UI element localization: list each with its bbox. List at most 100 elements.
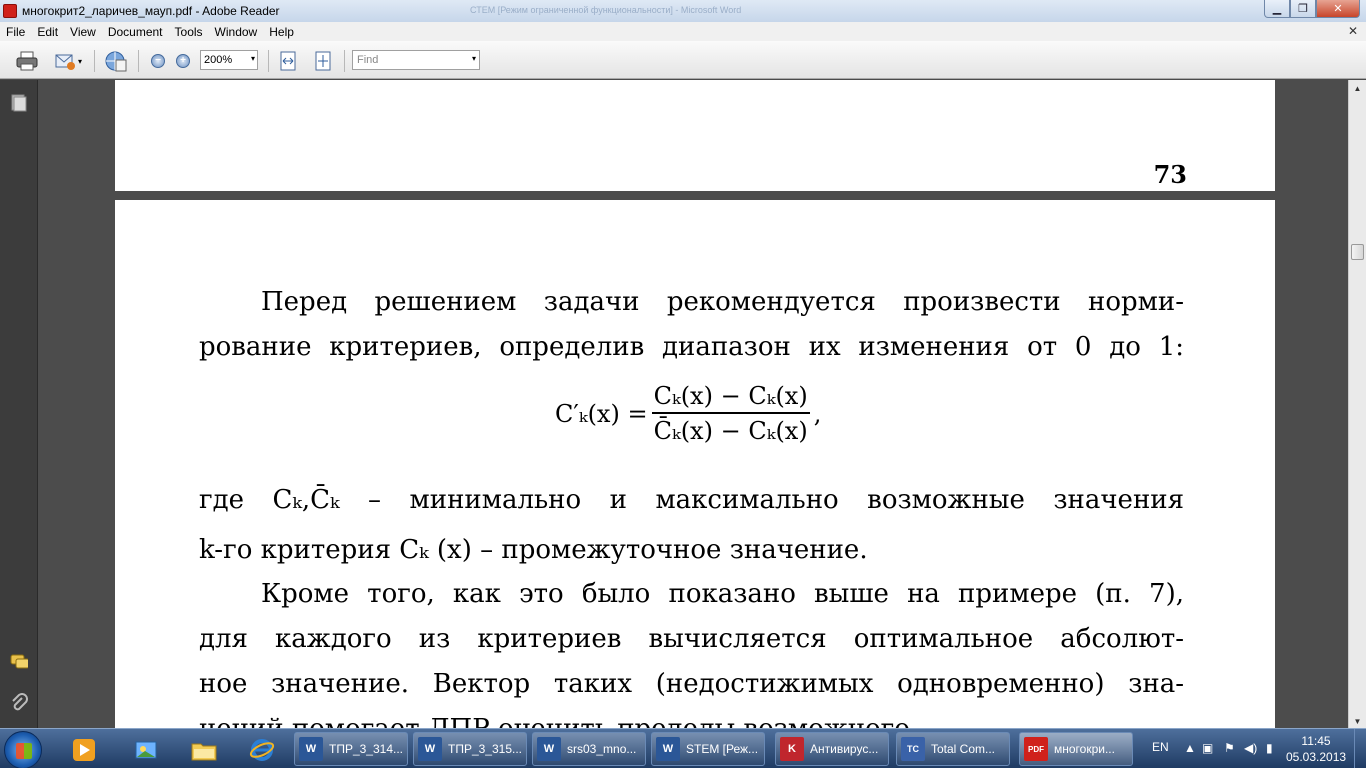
- print-button[interactable]: [14, 50, 40, 72]
- menu-file[interactable]: File: [0, 25, 31, 39]
- pages-icon[interactable]: [10, 94, 28, 112]
- toolbar-separator: [268, 50, 269, 72]
- scroll-up-icon[interactable]: ▲: [1349, 80, 1366, 97]
- text-line: где Cₖ,C̄ₖ – минимально и максимально во…: [199, 485, 1184, 515]
- formula-lhs: C′ₖ(x) =: [555, 399, 648, 428]
- title-bar: многокрит2_ларичев_мауп.pdf - Adobe Read…: [0, 0, 1366, 22]
- formula-numerator: Cₖ(x) − Cₖ(x): [651, 382, 810, 414]
- fit-width-button[interactable]: [277, 50, 299, 72]
- toolbar-separator: [94, 50, 95, 72]
- zoom-out-icon: −: [151, 54, 165, 68]
- taskbar-item-label: Антивирус...: [810, 742, 879, 756]
- menu-help[interactable]: Help: [263, 25, 300, 39]
- language-indicator[interactable]: EN: [1152, 740, 1169, 754]
- taskbar-item-label: srs03_mno...: [567, 742, 637, 756]
- taskbar-item-word-1[interactable]: W ТПР_3_314...: [294, 732, 408, 766]
- text-line: Кроме того, как это было показано выше н…: [261, 579, 1184, 609]
- internet-explorer-icon[interactable]: [240, 734, 284, 766]
- adobe-reader-icon: [3, 4, 17, 18]
- text-line: рование критериев, определив диапазон их…: [199, 332, 1184, 362]
- document-viewer[interactable]: 73 Перед решением задачи рекомендуется п…: [38, 80, 1348, 730]
- zoom-in-button[interactable]: +: [175, 50, 191, 72]
- system-tray: EN ▲ ▣ ⚑ ◀) ▮ 11:45 05.03.2013: [1140, 729, 1366, 768]
- printer-icon: [16, 51, 38, 71]
- toolbar-separator: [138, 50, 139, 72]
- explorer-folder-icon[interactable]: [182, 734, 226, 766]
- paragraph: Кроме того, как это было показано выше н…: [199, 572, 1184, 730]
- network-icon[interactable]: ▮: [1266, 741, 1273, 755]
- zoom-in-icon: +: [176, 54, 190, 68]
- navigation-pane: [0, 80, 38, 730]
- close-button[interactable]: ✕: [1316, 0, 1360, 18]
- taskbar-item-adobe-reader[interactable]: PDF многокри...: [1019, 732, 1133, 766]
- taskbar-item-label: ТПР_3_314...: [329, 742, 404, 756]
- email-icon: [55, 54, 75, 70]
- menu-document[interactable]: Document: [102, 25, 169, 39]
- taskbar: W ТПР_3_314... W ТПР_3_315... W srs03_mn…: [0, 728, 1366, 768]
- taskbar-item-word-4[interactable]: W STEM [Реж...: [651, 732, 765, 766]
- taskbar-item-label: STEM [Реж...: [686, 742, 759, 756]
- taskbar-item-word-2[interactable]: W ТПР_3_315...: [413, 732, 527, 766]
- text-line: Перед решением задачи рекомендуется прои…: [261, 287, 1184, 317]
- share-button[interactable]: ▾: [50, 50, 86, 72]
- menu-window[interactable]: Window: [209, 25, 264, 39]
- device-icon[interactable]: ▣: [1202, 741, 1213, 755]
- taskbar-item-total-commander[interactable]: TC Total Com...: [896, 732, 1010, 766]
- find-placeholder: Find: [357, 54, 379, 66]
- menu-edit[interactable]: Edit: [31, 25, 64, 39]
- globe-icon: [105, 51, 127, 72]
- fit-page-button[interactable]: [312, 50, 334, 72]
- word-icon: W: [656, 737, 680, 761]
- text-line: ное значение. Вектор таких (недостижимых…: [199, 669, 1184, 699]
- paragraph: Перед решением задачи рекомендуется прои…: [199, 280, 1184, 370]
- menu-tools[interactable]: Tools: [169, 25, 209, 39]
- taskbar-item-antivirus[interactable]: K Антивирус...: [775, 732, 889, 766]
- clock-date: 05.03.2013: [1286, 750, 1347, 764]
- collaborate-button[interactable]: [102, 50, 130, 72]
- window-controls: ▁ ❐ ✕: [1264, 0, 1360, 18]
- start-button[interactable]: [4, 731, 42, 768]
- taskbar-item-label: многокри...: [1054, 742, 1115, 756]
- taskbar-item-label: ТПР_3_315...: [448, 742, 523, 756]
- find-input[interactable]: Find ▾: [352, 50, 480, 70]
- taskbar-item-word-3[interactable]: W srs03_mno...: [532, 732, 646, 766]
- clock[interactable]: 11:45 05.03.2013: [1286, 733, 1346, 765]
- word-icon: W: [299, 737, 323, 761]
- menu-bar: File Edit View Document Tools Window Hel…: [0, 22, 1366, 41]
- page-number: 73: [1153, 160, 1187, 189]
- menu-view[interactable]: View: [64, 25, 102, 39]
- formula-fraction: Cₖ(x) − Cₖ(x) C̄ₖ(x) − Cₖ(x): [651, 382, 810, 445]
- text-line: для каждого из критериев вычисляется опт…: [199, 624, 1184, 654]
- scroll-thumb[interactable]: [1351, 244, 1364, 260]
- comments-icon[interactable]: [10, 652, 28, 670]
- paragraph: где Cₖ,C̄ₖ – минимально и максимально во…: [199, 472, 1184, 573]
- chevron-down-icon: ▾: [471, 54, 476, 63]
- pdf-page: 73: [115, 80, 1275, 191]
- background-window-title: СТЕМ [Режим ограниченной функциональност…: [470, 5, 742, 15]
- word-icon: W: [418, 737, 442, 761]
- zoom-level-select[interactable]: 200% ▾: [200, 50, 258, 70]
- minimize-button[interactable]: ▁: [1264, 0, 1290, 18]
- fit-width-icon: [280, 51, 296, 71]
- media-player-icon[interactable]: [62, 734, 106, 766]
- zoom-level-value: 200%: [204, 54, 233, 66]
- volume-icon[interactable]: ◀): [1244, 741, 1257, 755]
- show-desktop-button[interactable]: [1354, 729, 1366, 768]
- taskbar-item-label: Total Com...: [931, 742, 996, 756]
- text-line: чений помогает ЛПР оценить пределы возмо…: [199, 714, 919, 730]
- zoom-out-button[interactable]: −: [150, 50, 166, 72]
- maximize-button[interactable]: ❐: [1290, 0, 1316, 18]
- show-hidden-icons-icon[interactable]: ▲: [1184, 741, 1196, 755]
- formula-tail: ,: [813, 399, 822, 428]
- word-icon: W: [537, 737, 561, 761]
- chevron-down-icon: ▾: [250, 54, 255, 63]
- attachments-icon[interactable]: [10, 693, 28, 712]
- dropdown-arrow-icon: ▾: [77, 56, 82, 66]
- vertical-scrollbar[interactable]: ▲ ▼: [1348, 80, 1366, 730]
- flag-icon[interactable]: ⚑: [1224, 741, 1235, 755]
- pdf-icon: PDF: [1024, 737, 1048, 761]
- paint-icon[interactable]: [124, 734, 168, 766]
- close-document-button[interactable]: ✕: [1348, 24, 1358, 38]
- clock-time: 11:45: [1301, 734, 1331, 748]
- pdf-page: Перед решением задачи рекомендуется прои…: [115, 200, 1275, 730]
